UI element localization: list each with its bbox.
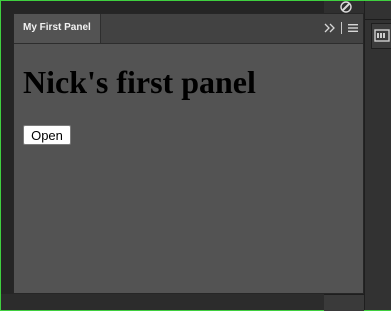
brush-icon[interactable] xyxy=(339,1,353,13)
panel-content: Nick's first panel Open xyxy=(14,43,363,293)
hamburger-menu-icon[interactable] xyxy=(347,22,359,34)
double-chevron-right-icon[interactable] xyxy=(324,22,336,34)
tab-label: My First Panel xyxy=(23,22,91,33)
workspace-bottom xyxy=(1,294,324,310)
page-title: Nick's first panel xyxy=(23,64,256,100)
extension-panel: My First Panel Nick's first panel Open xyxy=(13,13,364,294)
dock-separator xyxy=(365,19,391,20)
right-dock xyxy=(364,1,391,310)
dock-bottom xyxy=(324,294,364,311)
panel-header-controls xyxy=(324,21,359,35)
panel-header: My First Panel xyxy=(14,14,363,44)
header-divider xyxy=(341,22,342,34)
open-button[interactable]: Open xyxy=(23,125,71,145)
tab-my-first-panel[interactable]: My First Panel xyxy=(14,14,101,43)
library-icon xyxy=(374,29,390,42)
dock-library-button[interactable] xyxy=(371,23,391,49)
